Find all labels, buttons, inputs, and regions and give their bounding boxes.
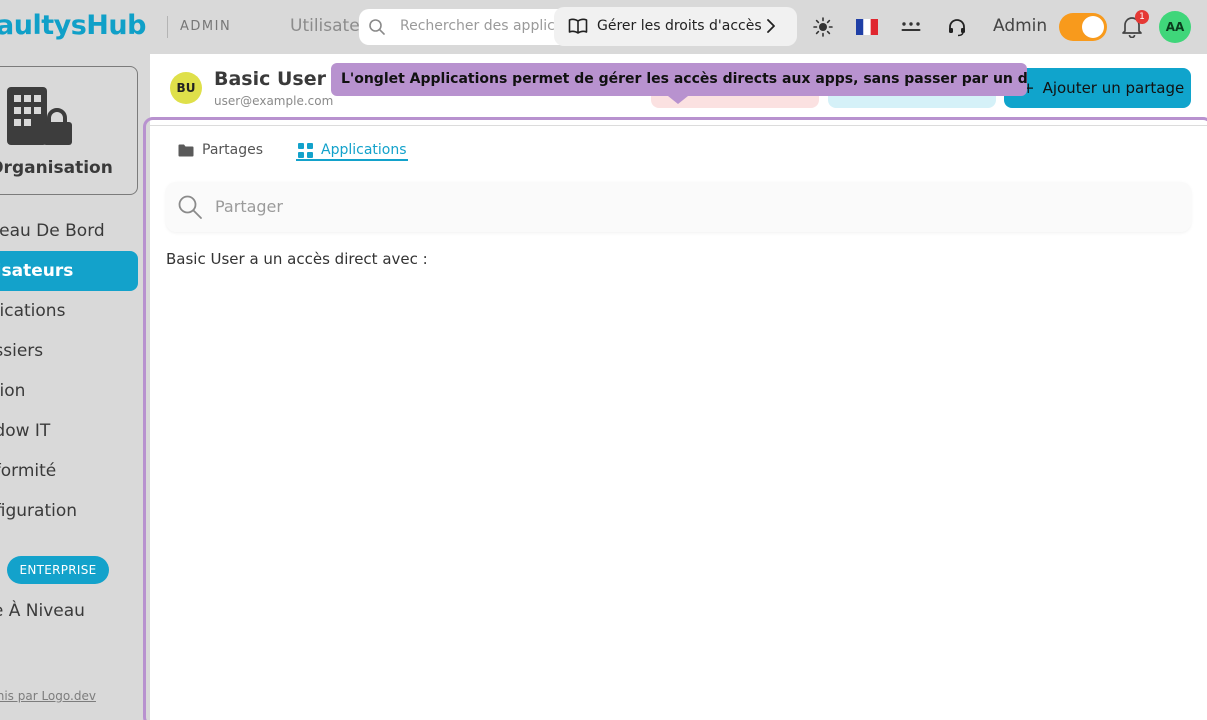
notification-badge: 1	[1135, 10, 1149, 24]
share-search-input[interactable]: Partager	[166, 182, 1191, 232]
app-search-placeholder: Rechercher des applic	[400, 18, 555, 34]
enterprise-badge[interactable]: ENTERPRISE	[7, 556, 109, 584]
organisation-building-icon	[7, 87, 72, 145]
user-email: user@example.com	[214, 94, 334, 108]
active-tab-indicator	[296, 159, 408, 161]
user-avatar: BU	[170, 72, 202, 104]
organisation-name: nOrganisation	[0, 158, 113, 178]
admin-name[interactable]: Admin	[993, 16, 1047, 36]
direct-access-text: Basic User a un accès direct avec :	[166, 250, 428, 268]
sidebar-item-applications[interactable]: plications	[0, 291, 138, 331]
folder-icon	[178, 144, 194, 156]
search-icon	[178, 195, 202, 219]
sidebar-item-shadow-it[interactable]: adow IT	[0, 411, 138, 451]
access-rights-tour-button[interactable]: Gérer les droits d'accès	[554, 7, 797, 46]
sidebar-item-users[interactable]: ilisateurs	[0, 251, 138, 291]
add-share-button[interactable]: + Ajouter un partage	[1004, 68, 1191, 108]
tab-shares[interactable]: Partages	[178, 138, 263, 162]
admin-tag: ADMIN	[180, 19, 232, 34]
sidebar-item-upgrade[interactable]: se À Niveau	[0, 591, 138, 631]
header-divider	[150, 125, 1207, 126]
grid-icon	[298, 142, 313, 158]
logo-credit-link[interactable]: rnis par Logo.dev	[0, 689, 96, 703]
sidebar-item-configuration[interactable]: nfiguration	[0, 491, 138, 531]
mode-toggle[interactable]	[1059, 13, 1107, 41]
sidebar-item-management[interactable]: stion	[0, 371, 138, 411]
top-bar: aultysHub ADMIN Utilisateu Rechercher de…	[0, 0, 1207, 54]
notification-button[interactable]: 1	[1121, 10, 1149, 40]
support-headset-icon[interactable]	[945, 15, 969, 39]
user-avatar-menu[interactable]: AA	[1159, 11, 1191, 43]
sidebar-item-dashboard[interactable]: oleau De Bord	[0, 211, 138, 251]
brand-divider	[167, 16, 168, 38]
chevron-right-icon	[767, 19, 775, 33]
book-icon	[568, 18, 588, 34]
organisation-card[interactable]: nOrganisation	[0, 66, 138, 195]
share-search-placeholder: Partager	[215, 197, 283, 216]
more-options-icon[interactable]	[899, 15, 923, 39]
search-icon	[369, 19, 385, 35]
add-share-label: Ajouter un partage	[1042, 79, 1185, 97]
guide-tooltip: L'onglet Applications permet de gérer le…	[331, 63, 1027, 96]
language-flag-icon[interactable]	[855, 15, 879, 39]
brand-logo[interactable]: aultysHub	[0, 10, 146, 41]
sidebar-item-compliance[interactable]: nformité	[0, 451, 138, 491]
tab-shares-label: Partages	[202, 142, 264, 158]
main-panel: BU Basic User user@example.com + Ajouter …	[143, 54, 1207, 720]
tab-applications-label: Applications	[321, 142, 407, 158]
tour-label: Gérer les droits d'accès	[597, 18, 762, 34]
guide-tooltip-arrow	[668, 96, 688, 104]
sidebar-item-folders[interactable]: ossiers	[0, 331, 138, 371]
user-name: Basic User	[214, 68, 326, 90]
theme-sun-icon[interactable]	[811, 15, 835, 39]
sidebar: nOrganisation oleau De Bord ilisateurs p…	[0, 54, 150, 720]
